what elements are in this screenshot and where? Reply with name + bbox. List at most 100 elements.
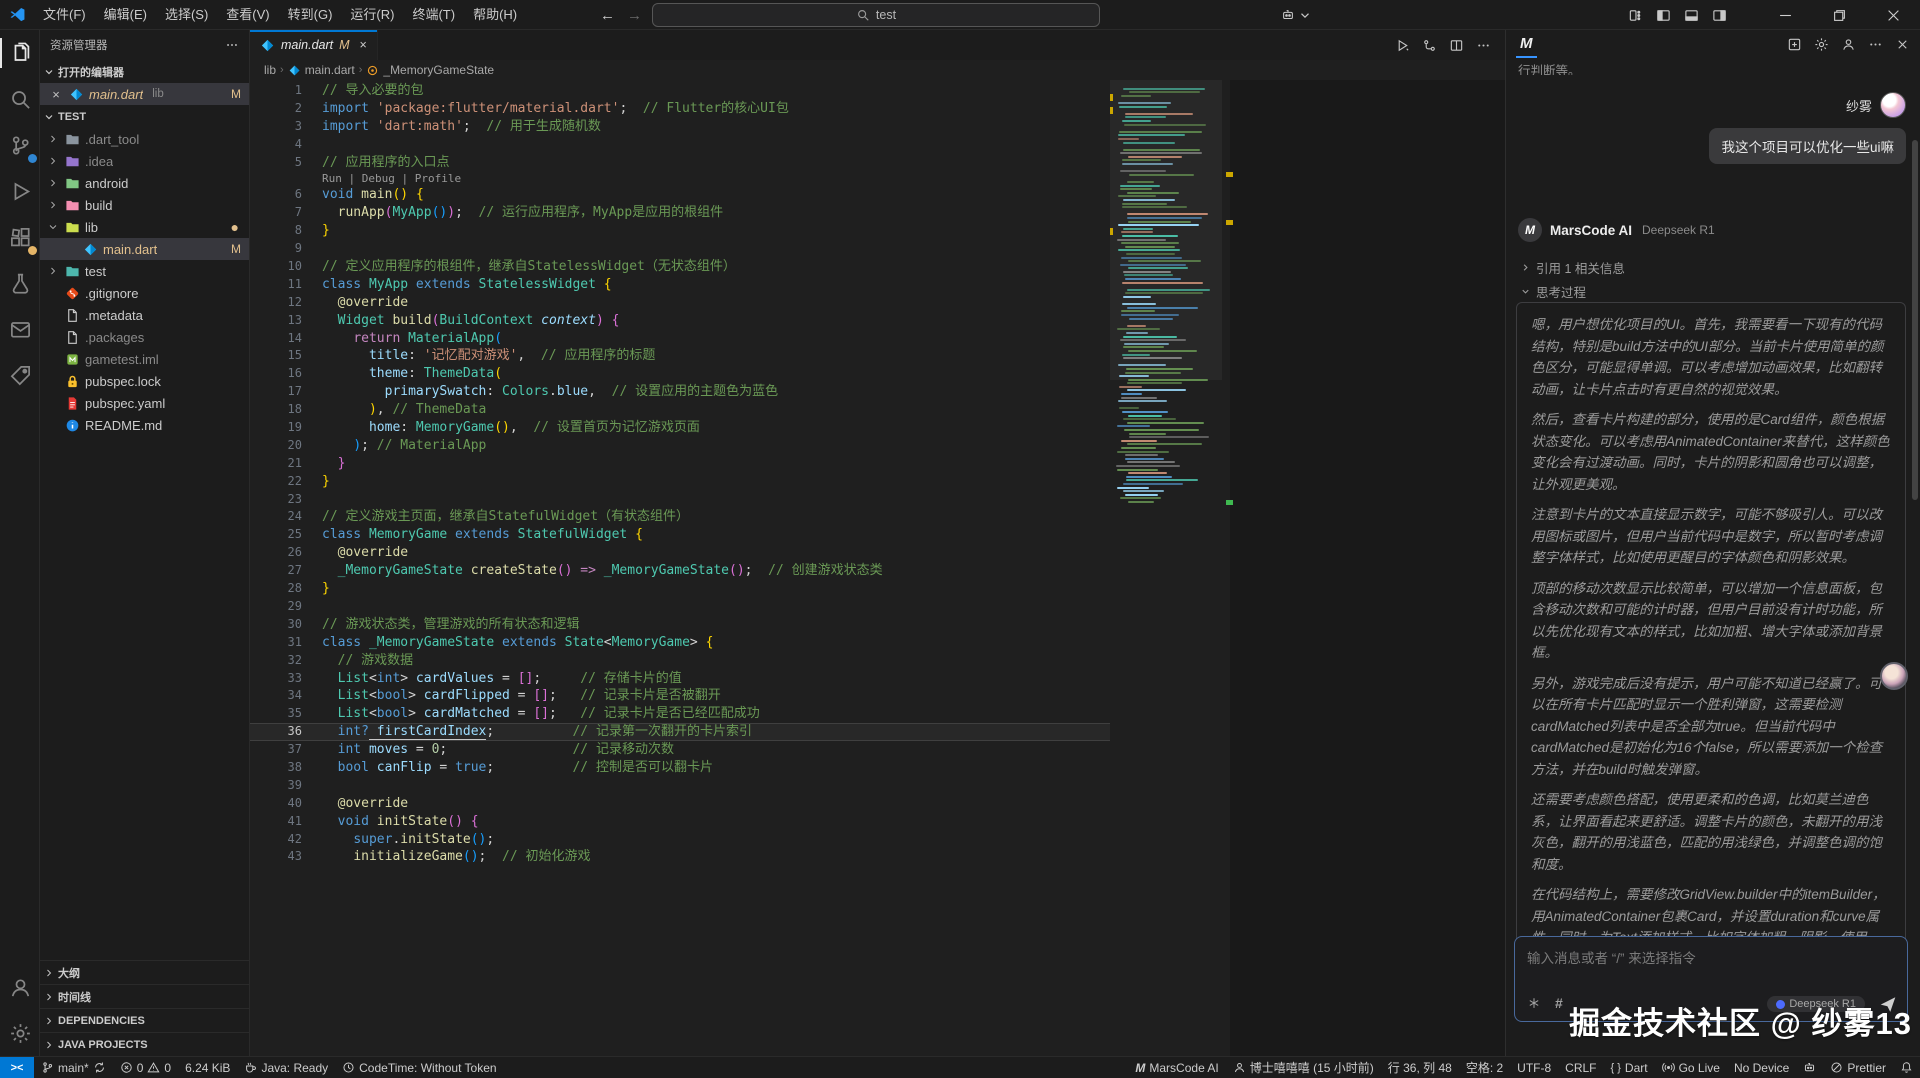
sidebar-section-时间线[interactable]: 时间线 [40, 984, 249, 1008]
minimize-button[interactable] [1758, 0, 1812, 30]
status-device[interactable]: No Device [1727, 1057, 1796, 1078]
status-codetime[interactable]: CodeTime: Without Token [335, 1057, 503, 1078]
views-more-actions-icon[interactable] [225, 38, 239, 52]
activity-item-search[interactable] [0, 76, 40, 122]
activity-item-references[interactable] [0, 352, 40, 398]
nav-back-icon[interactable]: ← [600, 7, 615, 24]
tree-item-pubspec.yaml[interactable]: pubspec.yaml [40, 392, 249, 414]
menu-item[interactable]: 转到(G) [279, 0, 342, 30]
open-editor-item[interactable]: × main.dart lib M [40, 83, 249, 105]
tree-item-lib[interactable]: lib● [40, 216, 249, 238]
menu-item[interactable]: 编辑(E) [95, 0, 156, 30]
toggle-secondary-sidebar-icon[interactable] [1712, 8, 1727, 23]
status-problems[interactable]: 00 [113, 1057, 178, 1078]
line-number: 13 [250, 312, 302, 330]
activity-item-run-debug[interactable] [0, 168, 40, 214]
code-editor[interactable]: 1// 导入必要的包2import 'package:flutter/mater… [250, 80, 1505, 1056]
status-robot-status[interactable] [1796, 1057, 1823, 1078]
sidebar-section-java-projects[interactable]: JAVA PROJECTS [40, 1032, 249, 1056]
settings-gear-icon[interactable] [1814, 37, 1829, 52]
breadcrumb-item[interactable]: _MemoryGameState [383, 63, 494, 77]
nav-forward-icon[interactable]: → [627, 7, 642, 24]
status-eol[interactable]: CRLF [1558, 1057, 1603, 1078]
tab-main-dart[interactable]: main.dart M × [250, 30, 378, 60]
panel-scrollbar[interactable] [1912, 140, 1918, 500]
minimap[interactable] [1110, 80, 1236, 550]
code-line-19: 19 home: MemoryGame(), // 设置首页为记忆游戏页面 [250, 419, 1230, 437]
status-prettier[interactable]: Prettier [1823, 1057, 1893, 1078]
status-marscode[interactable]: MMarsCode AI [1128, 1057, 1225, 1078]
breadcrumb[interactable]: lib›main.dart›_MemoryGameState [250, 60, 1505, 80]
tree-item-.metadata[interactable]: .metadata [40, 304, 249, 326]
status-remote-indicator[interactable]: >< [0, 1057, 34, 1078]
breadcrumb-item[interactable]: lib [264, 63, 276, 77]
tree-item-.gitignore[interactable]: .gitignore [40, 282, 249, 304]
status-cursor-position[interactable]: 行 36, 列 48 [1381, 1057, 1459, 1078]
tree-item-.packages[interactable]: .packages [40, 326, 249, 348]
command-center-search[interactable]: test [652, 3, 1100, 27]
panel-more-actions-icon[interactable] [1868, 37, 1883, 52]
tree-item-main.dart[interactable]: main.dartM [40, 238, 249, 260]
tree-item-android[interactable]: android [40, 172, 249, 194]
floating-user-avatar[interactable] [1880, 662, 1908, 690]
activity-item-settings[interactable] [0, 1010, 40, 1056]
profile-icon[interactable] [1841, 37, 1856, 52]
activity-item-testing[interactable] [0, 260, 40, 306]
status-indentation[interactable]: 空格: 2 [1459, 1057, 1510, 1078]
menu-item[interactable]: 选择(S) [156, 0, 217, 30]
thinking-toggle[interactable]: 思考过程 [1520, 282, 1586, 301]
activity-item-account[interactable] [0, 964, 40, 1010]
menu-item[interactable]: 文件(F) [34, 0, 95, 30]
split-editor-icon[interactable] [1449, 38, 1464, 53]
tree-item-.idea[interactable]: .idea [40, 150, 249, 172]
status-file-size[interactable]: 6.24 KiB [178, 1057, 237, 1078]
customize-layout-icon[interactable] [1628, 8, 1643, 23]
context-hash-icon[interactable]: # [1555, 995, 1563, 1011]
status-blame-info[interactable]: 博士嘻嘻嘻 (15 小时前) [1226, 1057, 1381, 1078]
close-button[interactable] [1866, 0, 1920, 30]
status-encoding[interactable]: UTF-8 [1510, 1057, 1558, 1078]
open-changes-icon[interactable] [1422, 38, 1437, 53]
tree-item-gametest.iml[interactable]: gametest.iml [40, 348, 249, 370]
menu-item[interactable]: 运行(R) [341, 0, 403, 30]
reference-toggle[interactable]: 引用 1 相关信息 [1520, 258, 1625, 277]
open-editors-header[interactable]: 打开的编辑器 [40, 60, 249, 83]
close-panel-icon[interactable] [1895, 37, 1910, 52]
activity-item-source-control[interactable] [0, 122, 40, 168]
close-editor-icon[interactable]: × [48, 87, 64, 102]
tab-close-icon[interactable]: × [360, 38, 367, 52]
toggle-sidebar-icon[interactable] [1656, 8, 1671, 23]
activity-item-mail[interactable] [0, 306, 40, 352]
status-notifications[interactable] [1893, 1057, 1920, 1078]
activity-item-extensions[interactable] [0, 214, 40, 260]
menu-item[interactable]: 帮助(H) [464, 0, 526, 30]
restore-button[interactable] [1812, 0, 1866, 30]
menu-item[interactable]: 查看(V) [217, 0, 278, 30]
project-section-header[interactable]: TEST [40, 105, 249, 128]
toggle-panel-icon[interactable] [1684, 8, 1699, 23]
tree-item-.dart_tool[interactable]: .dart_tool [40, 128, 249, 150]
status-language-mode[interactable]: { }Dart [1604, 1057, 1655, 1078]
run-file-button[interactable] [1395, 38, 1410, 53]
marscode-logo-icon[interactable]: M [1516, 35, 1537, 54]
menu-item[interactable]: 终端(T) [403, 0, 464, 30]
breadcrumb-item[interactable]: main.dart [305, 63, 355, 77]
line-number: 38 [250, 759, 302, 777]
sidebar-section-大纲[interactable]: 大纲 [40, 960, 249, 984]
code-lens[interactable]: Run | Debug | Profile [250, 171, 1230, 186]
tree-item-README.md[interactable]: README.md [40, 414, 249, 436]
sidebar-section-dependencies[interactable]: DEPENDENCIES [40, 1008, 249, 1032]
tree-item-build[interactable]: build [40, 194, 249, 216]
tree-item-test[interactable]: test [40, 260, 249, 282]
status-go-live[interactable]: Go Live [1655, 1057, 1727, 1078]
new-chat-icon[interactable] [1787, 37, 1802, 52]
status-git-branch[interactable]: main* [34, 1057, 113, 1078]
commands-sparkle-icon[interactable] [1527, 996, 1541, 1010]
mail-icon [9, 318, 32, 341]
tree-item-pubspec.lock[interactable]: pubspec.lock [40, 370, 249, 392]
editor-more-actions-icon[interactable] [1476, 38, 1491, 53]
status-java-status[interactable]: Java: Ready [237, 1057, 335, 1078]
folder-icon [65, 264, 80, 279]
copilot-menu[interactable] [1281, 0, 1312, 30]
activity-item-explorer[interactable] [0, 30, 40, 76]
